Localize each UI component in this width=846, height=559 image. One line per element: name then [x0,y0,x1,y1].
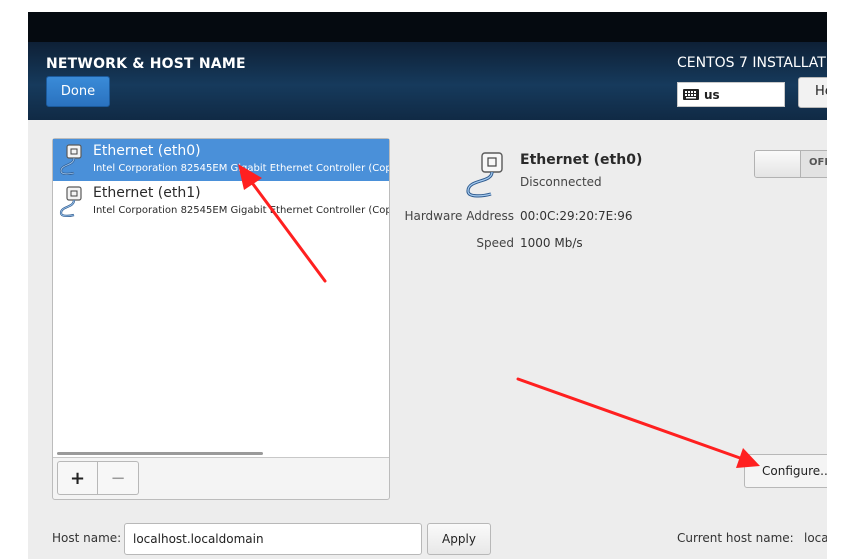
device-row-eth0[interactable]: Ethernet (eth0) Intel Corporation 82545E… [53,139,389,181]
device-description: Intel Corporation 82545EM Gigabit Ethern… [93,163,389,174]
device-list-panel: Ethernet (eth0) Intel Corporation 82545E… [52,138,390,500]
toggle-state-label: OFF [809,157,827,168]
ethernet-icon [466,152,503,198]
hardware-address-value: 00:0C:29:20:7E:96 [520,209,633,223]
configure-button[interactable]: Configure... [744,454,827,488]
horizontal-scrollbar[interactable] [57,452,263,455]
device-name: Ethernet (eth0) [93,143,201,159]
ethernet-icon [59,186,82,217]
current-hostname-value: localhost [804,531,827,545]
device-list[interactable]: Ethernet (eth0) Intel Corporation 82545E… [53,139,389,458]
speed-label: Speed [476,236,514,250]
remove-device-button[interactable]: − [98,461,139,495]
current-hostname-label: Current host name: [677,531,794,545]
top-bar [28,12,827,42]
hostname-input[interactable] [124,523,422,555]
keyboard-layout-label: us [704,87,720,102]
apply-button[interactable]: Apply [427,523,491,555]
add-device-button[interactable]: + [57,461,98,495]
device-description: Intel Corporation 82545EM Gigabit Ethern… [93,205,389,216]
toggle-knob [755,151,801,177]
device-row-eth1[interactable]: Ethernet (eth1) Intel Corporation 82545E… [53,181,389,223]
header-bar [28,42,827,120]
keyboard-icon [683,89,699,100]
hardware-address-label: Hardware Address [404,209,514,223]
done-button[interactable]: Done [46,76,110,107]
connection-status: Disconnected [520,175,602,189]
connection-toggle[interactable]: OFF [754,150,827,178]
keyboard-layout-indicator[interactable]: us [677,82,785,107]
installer-window: NETWORK & HOST NAME Done CENTOS 7 INSTAL… [28,12,827,559]
device-name: Ethernet (eth1) [93,185,201,201]
page-title: NETWORK & HOST NAME [46,56,246,72]
ethernet-icon [59,144,82,175]
product-title: CENTOS 7 INSTALLATION [677,55,827,71]
device-detail-name: Ethernet (eth0) [520,152,643,168]
help-button[interactable]: Help! [798,77,827,108]
hostname-label: Host name: [52,531,122,545]
speed-value: 1000 Mb/s [520,236,583,250]
